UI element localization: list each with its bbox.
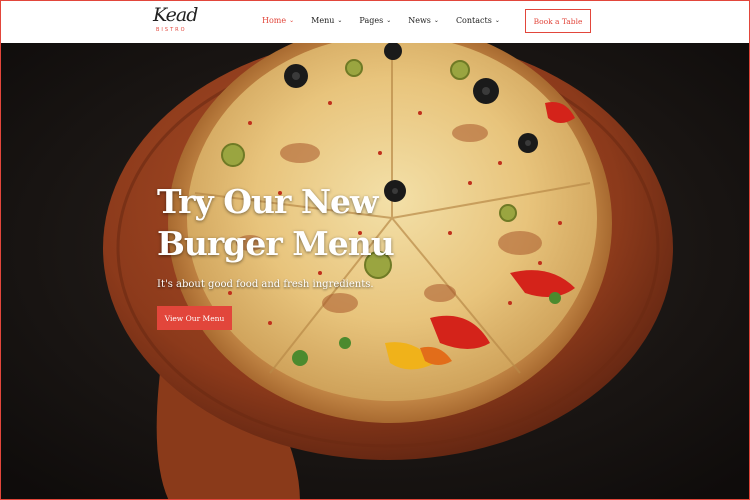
nav-item-menu[interactable]: Menu ⌄ [311, 16, 342, 25]
main-nav: Home ⌄ Menu ⌄ Pages ⌄ News ⌄ Contacts ⌄ [262, 16, 517, 25]
chevron-down-icon: ⌄ [337, 17, 343, 24]
nav-item-home[interactable]: Home ⌄ [262, 16, 294, 25]
pizza-hero-image [0, 43, 750, 500]
nav-item-label: Home [262, 16, 287, 25]
brand-logo[interactable]: Kead BISTRO [153, 4, 198, 38]
book-table-button[interactable]: Book a Table [525, 9, 591, 33]
nav-item-label: Pages [359, 16, 384, 25]
nav-item-label: Menu [311, 16, 335, 25]
nav-item-contacts[interactable]: Contacts ⌄ [456, 16, 500, 25]
hero-subtitle: It's about good food and fresh ingredien… [157, 279, 374, 290]
logo-sub: BISTRO [156, 27, 187, 33]
hero-section: Try Our New Burger Menu It's about good … [0, 43, 750, 500]
site-header: Kead BISTRO Home ⌄ Menu ⌄ Pages ⌄ News ⌄… [0, 0, 750, 43]
nav-item-news[interactable]: News ⌄ [408, 16, 439, 25]
chevron-down-icon: ⌄ [494, 17, 500, 24]
chevron-down-icon: ⌄ [289, 17, 295, 24]
nav-item-label: News [408, 16, 431, 25]
nav-item-label: Contacts [455, 16, 492, 25]
chevron-down-icon: ⌄ [433, 17, 439, 24]
view-menu-button[interactable]: View Our Menu [157, 306, 232, 330]
chevron-down-icon: ⌄ [386, 17, 392, 24]
nav-item-pages[interactable]: Pages ⌄ [359, 16, 391, 25]
hero-title: Try Our New Burger Menu [157, 182, 395, 263]
logo-script: Kead [153, 4, 198, 26]
